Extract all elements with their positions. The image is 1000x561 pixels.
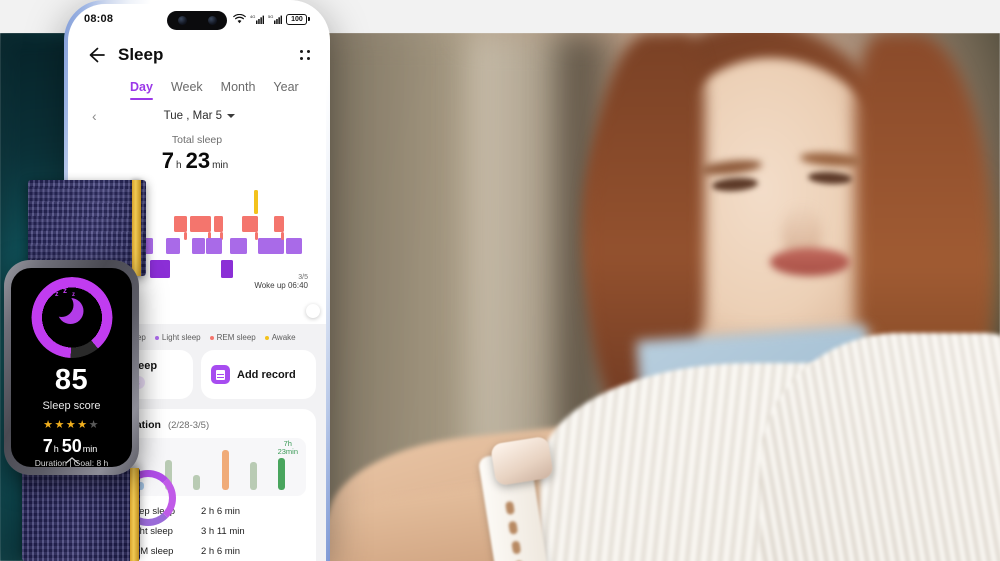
total-sleep-hours-unit: h bbox=[176, 160, 182, 171]
hypnogram-segment bbox=[166, 238, 180, 254]
tab-month[interactable]: Month bbox=[221, 80, 256, 100]
svg-text:5G: 5G bbox=[268, 14, 273, 19]
hypnogram-segment bbox=[274, 216, 284, 232]
hypnogram-connector bbox=[184, 232, 187, 240]
hypnogram-segment bbox=[221, 260, 233, 278]
hypnogram-connector bbox=[281, 232, 284, 240]
legend-awake: Awake bbox=[264, 333, 296, 342]
app-bar: Sleep bbox=[68, 34, 326, 70]
legend-rem-sleep: REM sleep bbox=[209, 333, 256, 342]
stat-value-rem: 2 h 6 min bbox=[201, 546, 241, 557]
svg-text:4G: 4G bbox=[250, 14, 255, 19]
watch-duration-hours: 7 bbox=[42, 436, 53, 456]
add-record-icon bbox=[211, 365, 230, 384]
status-bar: 08:08 4G 5G 100 bbox=[68, 4, 326, 34]
duration-bar bbox=[278, 457, 286, 490]
period-tabs: Day Week Month Year bbox=[68, 70, 326, 100]
duration-bar bbox=[250, 461, 258, 490]
hypnogram-segment bbox=[254, 190, 258, 214]
watch-duration: 7h 50min bbox=[11, 436, 132, 457]
hypnogram-segment bbox=[192, 238, 205, 254]
add-record-card[interactable]: Add record bbox=[201, 350, 316, 399]
hypnogram-segment bbox=[242, 216, 258, 232]
total-sleep-value: 7 h 23 min bbox=[68, 148, 326, 174]
selected-date-label: Tue , Mar 5 bbox=[163, 110, 223, 122]
hypnogram-segment bbox=[174, 216, 187, 232]
watch-sleep-score: 85 bbox=[54, 364, 89, 396]
watch-screen[interactable]: z z z 85 Sleep score ★★★★★ 7h 50min Durat… bbox=[11, 268, 132, 467]
watch-band-bottom-edge bbox=[130, 468, 139, 561]
hypnogram-annotations: 3/5 Woke up 06:40 bbox=[254, 274, 308, 290]
front-camera-icon bbox=[177, 16, 187, 25]
signal-4g-icon: 4G bbox=[250, 14, 265, 24]
wifi-icon bbox=[233, 14, 247, 24]
scroll-handle[interactable] bbox=[306, 304, 320, 318]
sleeping-moon-icon: z z z bbox=[49, 286, 86, 324]
hypnogram-segment bbox=[190, 216, 211, 232]
total-sleep-minutes-unit: min bbox=[212, 160, 229, 171]
camera-cutout bbox=[167, 11, 227, 30]
total-sleep-label: Total sleep bbox=[171, 134, 223, 146]
hypnogram-woke-up: Woke up 06:40 bbox=[254, 281, 308, 290]
screenshot-root: 08:08 4G 5G 100 Sleep Day Week Month Yea… bbox=[0, 0, 1000, 561]
hypnogram-segment bbox=[206, 238, 222, 254]
duration-bar bbox=[221, 449, 229, 490]
hypnogram-segment bbox=[258, 238, 284, 254]
total-sleep-hours: 7 bbox=[161, 148, 175, 173]
page-title: Sleep bbox=[118, 45, 164, 64]
hypnogram-segment bbox=[230, 238, 247, 254]
foreground-smartwatch: z z z 85 Sleep score ★★★★★ 7h 50min Durat… bbox=[0, 180, 160, 561]
tab-year[interactable]: Year bbox=[273, 80, 298, 100]
duration-bar bbox=[193, 475, 201, 490]
legend-light-sleep: Light sleep bbox=[154, 333, 201, 342]
stat-value-light: 3 h 11 min bbox=[201, 526, 245, 537]
status-bar-time: 08:08 bbox=[84, 13, 114, 25]
watch-duration-hours-unit: h bbox=[53, 444, 59, 454]
watch-duration-minutes-unit: min bbox=[82, 444, 98, 454]
battery-level-text: 100 bbox=[291, 15, 303, 23]
hypnogram-date: 3/5 bbox=[298, 274, 308, 281]
battery-icon: 100 bbox=[286, 13, 310, 25]
tab-day[interactable]: Day bbox=[130, 80, 153, 100]
selected-date[interactable]: Tue , Mar 5 bbox=[163, 110, 236, 122]
signal-5g-icon: 5G bbox=[268, 14, 283, 24]
add-record-title: Add record bbox=[237, 368, 296, 381]
chevron-up-icon[interactable] bbox=[64, 457, 79, 464]
hypnogram-segment bbox=[214, 216, 223, 232]
watch-band-top-edge bbox=[132, 180, 141, 276]
watch-duration-minutes: 50 bbox=[61, 436, 82, 456]
back-arrow-icon[interactable] bbox=[84, 44, 106, 66]
tab-week[interactable]: Week bbox=[171, 80, 203, 100]
front-camera-icon-2 bbox=[207, 16, 217, 25]
watch-sleep-score-label: Sleep score bbox=[42, 400, 101, 412]
status-bar-icons: 4G 5G 100 bbox=[233, 13, 310, 25]
stat-value-deep: 2 h 6 min bbox=[201, 506, 241, 517]
chevron-left-icon[interactable]: ‹ bbox=[92, 108, 97, 124]
sleep-duration-range: (2/28-3/5) bbox=[167, 420, 210, 431]
caret-down-icon bbox=[227, 114, 236, 118]
more-options-icon[interactable] bbox=[300, 50, 310, 60]
watch-star-rating: ★★★★★ bbox=[43, 419, 100, 431]
hypnogram-segment bbox=[286, 238, 302, 254]
total-sleep-minutes: 23 bbox=[185, 148, 211, 173]
watch-band-bottom bbox=[22, 468, 140, 561]
date-navigator: ‹ Tue , Mar 5 bbox=[68, 100, 326, 124]
sleep-duration-highlight-label: 7h 23min bbox=[277, 439, 298, 457]
watch-case: z z z 85 Sleep score ★★★★★ 7h 50min Durat… bbox=[4, 260, 139, 475]
